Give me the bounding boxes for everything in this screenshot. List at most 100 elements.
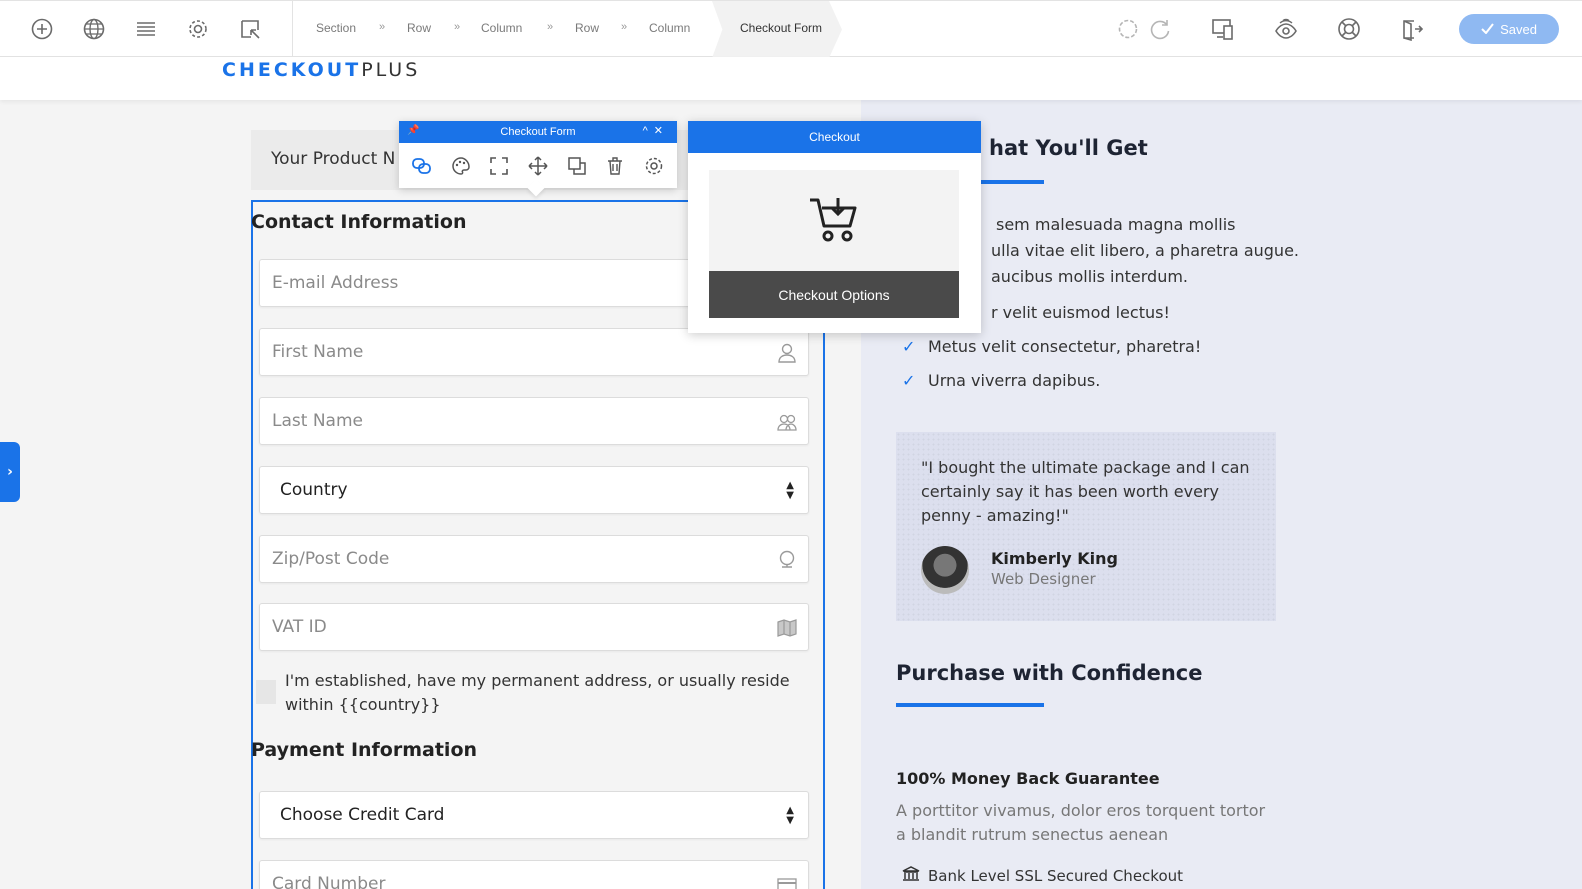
breadcrumb-column[interactable]: Column — [481, 21, 522, 35]
checkout-popup-header: Checkout — [688, 121, 981, 153]
breadcrumb-section[interactable]: Section — [316, 21, 356, 35]
help-icon[interactable] — [1335, 15, 1363, 43]
residence-checkbox-label: I'm established, have my permanent addre… — [285, 671, 790, 714]
saved-button[interactable]: Saved — [1459, 14, 1559, 44]
breadcrumb-row[interactable]: Row — [575, 21, 599, 35]
open-panel-tab[interactable]: › — [0, 442, 20, 502]
confidence-heading: Purchase with Confidence — [896, 661, 1203, 685]
pin-icon[interactable]: 📌 — [407, 125, 419, 136]
check-icon: ✓ — [902, 337, 916, 356]
site-logo[interactable]: CHECKOUTPLUS — [222, 59, 420, 81]
user-icon — [776, 342, 798, 364]
testimonial-name: Kimberly King — [991, 549, 1118, 568]
element-toolbar: 📌 Checkout Form ^✕ — [399, 121, 677, 197]
undo-icon[interactable] — [1114, 15, 1142, 43]
ssl-badge: Bank Level SSL Secured Checkout — [902, 866, 1183, 886]
card-select-value: Choose Credit Card — [280, 805, 445, 825]
gear-icon[interactable] — [184, 15, 212, 43]
card-select[interactable]: Choose Credit Card ▲ ▼ — [259, 791, 809, 839]
bullet-text: Urna viverra dapibus. — [928, 371, 1101, 390]
exit-icon[interactable] — [1398, 15, 1426, 43]
globe-icon[interactable] — [80, 15, 108, 43]
country-select[interactable]: Country ▲ ▼ — [259, 466, 809, 514]
breadcrumb-separator: » — [379, 21, 386, 33]
guarantee-title: 100% Money Back Guarantee — [896, 769, 1160, 788]
add-icon[interactable] — [28, 15, 56, 43]
breadcrumb-column[interactable]: Column — [649, 21, 690, 35]
site-header: CHECKOUTPLUS — [0, 57, 1582, 100]
select-arrows-icon: ▲ ▼ — [786, 805, 794, 826]
testimonial-role: Web Designer — [991, 570, 1096, 588]
country-value: Country — [280, 480, 348, 500]
select-icon[interactable] — [236, 15, 264, 43]
select-arrows-icon: ▲ ▼ — [786, 480, 794, 501]
credit-card-icon — [776, 874, 798, 889]
bullet-text: Metus velit consectetur, pharetra! — [928, 337, 1202, 356]
breadcrumb-separator: » — [454, 21, 461, 33]
testimonial: "I bought the ultimate package and I can… — [896, 432, 1276, 621]
residence-checkbox[interactable] — [256, 680, 276, 704]
duplicate-icon[interactable] — [564, 153, 590, 179]
email-placeholder: E-mail Address — [272, 273, 399, 293]
link-icon[interactable] — [409, 153, 435, 179]
responsive-icon[interactable] — [1209, 15, 1237, 43]
zip-field[interactable]: Zip/Post Code — [259, 535, 809, 583]
bullet-item: ✓ Metus velit consectetur, pharetra! — [902, 337, 1201, 356]
element-toolbar-title: Checkout Form — [500, 126, 576, 138]
cart-download-icon — [808, 192, 860, 244]
users-icon — [776, 411, 798, 433]
breadcrumb-separator: » — [547, 21, 554, 33]
redo-icon[interactable] — [1146, 15, 1174, 43]
heading-underline — [896, 703, 1044, 707]
avatar — [921, 546, 969, 594]
check-icon: ✓ — [902, 371, 916, 390]
checkout-card[interactable]: Checkout Options — [709, 170, 959, 318]
benefit-text-line: sem malesuada magna mollis — [996, 215, 1236, 234]
expand-icon[interactable] — [486, 153, 512, 179]
saved-label: Saved — [1500, 21, 1537, 37]
breadcrumb-row[interactable]: Row — [407, 21, 431, 35]
breadcrumb-active-label: Checkout Form — [740, 21, 823, 35]
gear-icon[interactable] — [641, 153, 667, 179]
collapse-close-controls[interactable]: ^✕ — [643, 124, 669, 137]
palette-icon[interactable] — [448, 153, 474, 179]
payment-heading: Payment Information — [251, 739, 478, 761]
bullet-item: ✓ Urna viverra dapibus. — [902, 371, 1100, 390]
breadcrumb-active[interactable]: Checkout Form — [712, 1, 842, 58]
builder-toolbar: Section » Row » Column » Row » Column Ch… — [0, 0, 1582, 58]
preview-icon[interactable] — [1272, 15, 1300, 43]
trash-icon[interactable] — [602, 153, 628, 179]
vat-placeholder: VAT ID — [272, 617, 327, 637]
layers-icon[interactable] — [132, 15, 160, 43]
product-name: Your Product N — [271, 149, 396, 169]
logo-part-checkout: CHECKOUT — [222, 59, 362, 81]
last-name-field[interactable]: Last Name — [259, 397, 809, 445]
checkout-popup: Checkout Checkout Options — [688, 121, 981, 333]
bullet-partial: r velit euismod lectus! — [991, 303, 1170, 322]
guarantee-text: A porttitor vivamus, dolor eros torquent… — [896, 801, 1266, 844]
what-you-get-heading: hat You'll Get — [989, 136, 1148, 160]
toolbar-divider — [292, 1, 293, 58]
logo-part-plus: PLUS — [361, 59, 421, 81]
breadcrumb-separator: » — [621, 21, 628, 33]
vat-field[interactable]: VAT ID — [259, 603, 809, 651]
testimonial-quote: "I bought the ultimate package and I can… — [921, 458, 1250, 525]
benefit-text-line: aucibus mollis interdum. — [991, 267, 1189, 286]
contact-heading: Contact Information — [251, 211, 467, 233]
move-icon[interactable] — [525, 153, 551, 179]
zip-placeholder: Zip/Post Code — [272, 549, 390, 569]
card-number-placeholder: Card Number — [272, 874, 386, 889]
ssl-label: Bank Level SSL Secured Checkout — [928, 867, 1184, 885]
last-name-placeholder: Last Name — [272, 411, 363, 431]
first-name-placeholder: First Name — [272, 342, 364, 362]
globe-icon — [776, 549, 798, 571]
check-icon — [1481, 22, 1494, 37]
element-toolbar-header[interactable]: 📌 Checkout Form ^✕ — [399, 121, 677, 143]
chevron-right-icon: › — [7, 464, 13, 480]
map-icon — [776, 617, 798, 639]
benefit-text-line: ulla vitae elit libero, a pharetra augue… — [991, 241, 1299, 260]
bank-icon — [902, 866, 920, 886]
card-number-field[interactable]: Card Number — [259, 860, 809, 889]
first-name-field[interactable]: First Name — [259, 328, 809, 376]
checkout-options-button[interactable]: Checkout Options — [709, 271, 959, 318]
